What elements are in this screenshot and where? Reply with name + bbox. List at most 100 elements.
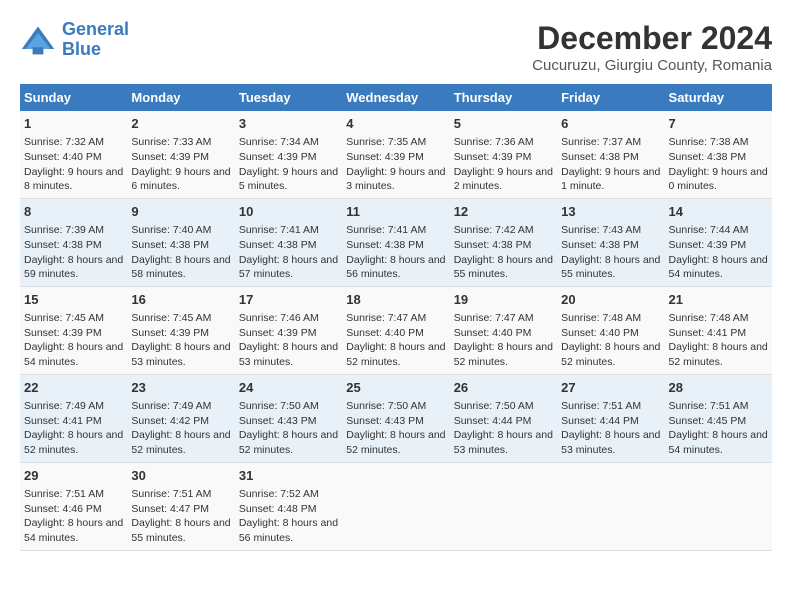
day-number: 25	[346, 379, 445, 397]
calendar-week-3: 15Sunrise: 7:45 AMSunset: 4:39 PMDayligh…	[20, 286, 772, 374]
sunrise-label: Sunrise: 7:51 AM	[561, 400, 641, 412]
calendar-cell: 17Sunrise: 7:46 AMSunset: 4:39 PMDayligh…	[235, 286, 342, 374]
sunrise-label: Sunrise: 7:43 AM	[561, 224, 641, 236]
sunset-label: Sunset: 4:39 PM	[346, 151, 424, 163]
daylight-label: Daylight: 9 hours and 8 minutes.	[24, 166, 123, 193]
calendar-cell: 1Sunrise: 7:32 AMSunset: 4:40 PMDaylight…	[20, 111, 127, 198]
day-number: 21	[669, 291, 768, 309]
sunset-label: Sunset: 4:48 PM	[239, 503, 317, 515]
sunrise-label: Sunrise: 7:44 AM	[669, 224, 749, 236]
day-number: 9	[131, 203, 230, 221]
day-number: 16	[131, 291, 230, 309]
sunrise-label: Sunrise: 7:52 AM	[239, 488, 319, 500]
daylight-label: Daylight: 8 hours and 55 minutes.	[561, 254, 660, 281]
calendar-cell: 12Sunrise: 7:42 AMSunset: 4:38 PMDayligh…	[450, 198, 557, 286]
sunset-label: Sunset: 4:39 PM	[454, 151, 532, 163]
header-friday: Friday	[557, 84, 664, 111]
page-subtitle: Cucuruzu, Giurgiu County, Romania	[532, 57, 772, 74]
calendar-week-2: 8 Sunrise: 7:39 AM Sunset: 4:38 PM Daylight…	[20, 198, 772, 286]
daylight-label: Daylight: 8 hours and 56 minutes.	[346, 254, 445, 281]
daylight-label: Daylight: 9 hours and 1 minute.	[561, 166, 660, 193]
logo: General Blue	[20, 20, 129, 60]
header-sunday: Sunday	[20, 84, 127, 111]
calendar-cell: 3Sunrise: 7:34 AMSunset: 4:39 PMDaylight…	[235, 111, 342, 198]
sunset-label: Sunset: 4:45 PM	[669, 415, 747, 427]
sunset-label: Sunset: 4:46 PM	[24, 503, 102, 515]
calendar-cell	[665, 462, 772, 550]
daylight-label: Daylight: 8 hours and 54 minutes.	[24, 341, 123, 368]
sunset-label: Sunset: 4:39 PM	[24, 327, 102, 339]
daylight-label: Daylight: 8 hours and 52 minutes.	[346, 429, 445, 456]
calendar-cell: 25 Sunrise: 7:50 AM Sunset: 4:43 PM Dayligh…	[342, 374, 449, 462]
sunrise-label: Sunrise: 7:47 AM	[346, 312, 426, 324]
sunrise-label: Sunrise: 7:48 AM	[561, 312, 641, 324]
sunset-label: Sunset: 4:38 PM	[561, 239, 639, 251]
logo-line2: Blue	[62, 39, 101, 59]
header-tuesday: Tuesday	[235, 84, 342, 111]
day-number: 11	[346, 203, 445, 221]
calendar-cell: 9Sunrise: 7:40 AMSunset: 4:38 PMDaylight…	[127, 198, 234, 286]
logo-icon	[20, 22, 56, 58]
daylight-label: Daylight: 8 hours and 53 minutes.	[454, 429, 553, 456]
calendar-cell: 10Sunrise: 7:41 AMSunset: 4:38 PMDayligh…	[235, 198, 342, 286]
daylight-label: Daylight: 8 hours and 55 minutes.	[454, 254, 553, 281]
day-number: 8	[24, 203, 123, 221]
sunrise-label: Sunrise: 7:38 AM	[669, 136, 749, 148]
sunset-label: Sunset: 4:41 PM	[669, 327, 747, 339]
sunset-label: Sunset: 4:39 PM	[131, 327, 209, 339]
daylight-label: Daylight: 8 hours and 59 minutes.	[24, 254, 123, 281]
sunrise-label: Sunrise: 7:46 AM	[239, 312, 319, 324]
day-number: 5	[454, 115, 553, 133]
sunrise-label: Sunrise: 7:32 AM	[24, 136, 104, 148]
sunrise-label: Sunrise: 7:41 AM	[346, 224, 426, 236]
sunset-label: Sunset: 4:38 PM	[454, 239, 532, 251]
sunrise-label: Sunrise: 7:51 AM	[131, 488, 211, 500]
sunset-label: Sunset: 4:38 PM	[239, 239, 317, 251]
daylight-label: Daylight: 8 hours and 53 minutes.	[561, 429, 660, 456]
header-saturday: Saturday	[665, 84, 772, 111]
daylight-label: Daylight: 8 hours and 52 minutes.	[454, 341, 553, 368]
sunset-label: Sunset: 4:44 PM	[454, 415, 532, 427]
sunset-label: Sunset: 4:43 PM	[346, 415, 424, 427]
sunrise-label: Sunrise: 7:42 AM	[454, 224, 534, 236]
calendar-cell: 14Sunrise: 7:44 AMSunset: 4:39 PMDayligh…	[665, 198, 772, 286]
sunset-label: Sunset: 4:38 PM	[561, 151, 639, 163]
calendar-cell: 22Sunrise: 7:49 AMSunset: 4:41 PMDayligh…	[20, 374, 127, 462]
page-title: December 2024	[532, 20, 772, 57]
calendar-cell: 11Sunrise: 7:41 AMSunset: 4:38 PMDayligh…	[342, 198, 449, 286]
sunset-label: Sunset: 4:39 PM	[131, 151, 209, 163]
calendar-body: 1 Sunrise: 7:32 AM Sunset: 4:40 PM Daylight…	[20, 111, 772, 550]
sunrise-label: Sunrise: 7:39 AM	[24, 224, 104, 236]
day-number: 7	[669, 115, 768, 133]
daylight-label: Daylight: 8 hours and 52 minutes.	[239, 429, 338, 456]
sunrise-label: Sunrise: 7:47 AM	[454, 312, 534, 324]
sunrise-label: Sunrise: 7:50 AM	[454, 400, 534, 412]
day-number: 17	[239, 291, 338, 309]
daylight-label: Daylight: 8 hours and 56 minutes.	[239, 517, 338, 544]
calendar-week-1: 1Sunrise: 7:32 AMSunset: 4:40 PMDaylight…	[20, 111, 772, 198]
daylight-label: Daylight: 8 hours and 53 minutes.	[131, 341, 230, 368]
sunset-label: Sunset: 4:40 PM	[454, 327, 532, 339]
daylight-label: Daylight: 9 hours and 6 minutes.	[131, 166, 230, 193]
day-number: 29	[24, 467, 123, 485]
calendar-week-5: 29 Sunrise: 7:51 AM Sunset: 4:46 PM Dayligh…	[20, 462, 772, 550]
header-thursday: Thursday	[450, 84, 557, 111]
daylight-label: Daylight: 8 hours and 54 minutes.	[669, 254, 768, 281]
calendar-cell: 4Sunrise: 7:35 AMSunset: 4:39 PMDaylight…	[342, 111, 449, 198]
sunset-label: Sunset: 4:43 PM	[239, 415, 317, 427]
day-number: 26	[454, 379, 553, 397]
day-number: 15	[24, 291, 123, 309]
daylight-label: Daylight: 9 hours and 5 minutes.	[239, 166, 338, 193]
calendar-cell: 2Sunrise: 7:33 AMSunset: 4:39 PMDaylight…	[127, 111, 234, 198]
day-number: 22	[24, 379, 123, 397]
daylight-label: Daylight: 8 hours and 52 minutes.	[561, 341, 660, 368]
day-number: 2	[131, 115, 230, 133]
day-number: 1	[24, 115, 123, 133]
logo-line1: General	[62, 19, 129, 39]
sunrise-label: Sunrise: 7:50 AM	[346, 400, 426, 412]
sunset-label: Sunset: 4:47 PM	[131, 503, 209, 515]
sunrise-label: Sunrise: 7:51 AM	[24, 488, 104, 500]
daylight-label: Daylight: 8 hours and 58 minutes.	[131, 254, 230, 281]
calendar-cell: 7Sunrise: 7:38 AMSunset: 4:38 PMDaylight…	[665, 111, 772, 198]
calendar-cell: 21Sunrise: 7:48 AMSunset: 4:41 PMDayligh…	[665, 286, 772, 374]
